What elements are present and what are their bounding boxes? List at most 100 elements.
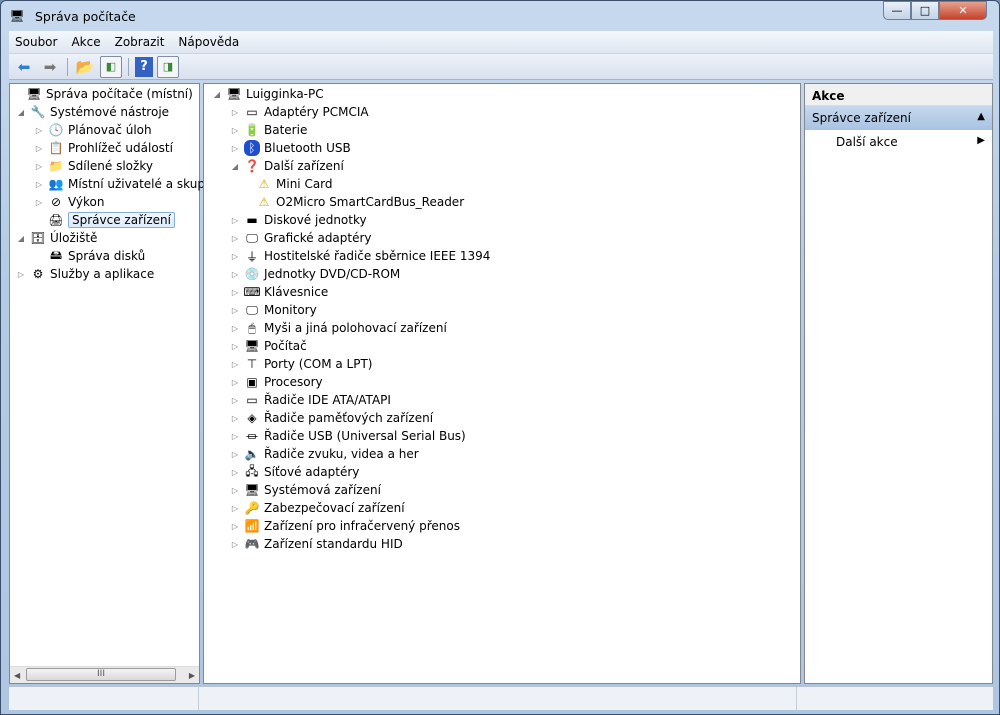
expand-icon[interactable]: ▷ bbox=[230, 216, 240, 225]
collapse-icon[interactable]: ◢ bbox=[16, 234, 26, 243]
expand-icon[interactable]: ▷ bbox=[230, 414, 240, 423]
scroll-right-icon[interactable]: ▶ bbox=[189, 671, 199, 680]
collapse-icon[interactable]: ◢ bbox=[212, 90, 222, 99]
device-category[interactable]: ⚠ Mini Card bbox=[242, 175, 333, 193]
horizontal-scrollbar[interactable]: ◀ III ▶ bbox=[10, 666, 199, 683]
device-category[interactable]: ▷ ⏛ Řadiče USB (Universal Serial Bus) bbox=[230, 427, 466, 445]
expand-icon[interactable]: ▷ bbox=[230, 126, 240, 135]
close-button[interactable]: ✕ bbox=[939, 1, 987, 20]
device-category[interactable]: ◢ ❓ Další zařízení bbox=[230, 157, 344, 175]
collapse-icon[interactable]: ◢ bbox=[16, 108, 26, 117]
menu-napoveda[interactable]: Nápověda bbox=[178, 35, 239, 49]
device-category[interactable]: ▷ ⌨ Klávesnice bbox=[230, 283, 328, 301]
menu-zobrazit[interactable]: Zobrazit bbox=[115, 35, 165, 49]
device-category[interactable]: ▷ 🖱 Myši a jiná polohovací zařízení bbox=[230, 319, 447, 337]
expand-icon[interactable]: ▷ bbox=[230, 378, 240, 387]
device-category[interactable]: ▷ ◈ Řadiče paměťových zařízení bbox=[230, 409, 433, 427]
expand-icon[interactable]: ▷ bbox=[230, 342, 240, 351]
expand-icon[interactable]: ▷ bbox=[230, 306, 240, 315]
device-category[interactable]: ▷ 🖵 Grafické adaptéry bbox=[230, 229, 372, 247]
collapse-arrow-icon[interactable]: ▲ bbox=[977, 111, 985, 125]
expand-icon[interactable]: ▷ bbox=[230, 504, 240, 513]
action-more-actions[interactable]: Další akce ▶ bbox=[805, 130, 992, 154]
device-category[interactable]: ▷ 🔈 Řadiče zvuku, videa a her bbox=[230, 445, 419, 463]
tree-item[interactable]: 🖴 Správa disků bbox=[34, 247, 145, 265]
expand-icon[interactable]: ▷ bbox=[230, 486, 240, 495]
tree-item-label: Procesory bbox=[264, 375, 323, 389]
expand-icon[interactable]: ▷ bbox=[34, 144, 44, 153]
forward-arrow-icon[interactable]: ➡ bbox=[39, 56, 61, 78]
expand-icon[interactable]: ▷ bbox=[230, 396, 240, 405]
tree-item-label: Řadiče zvuku, videa a her bbox=[264, 447, 419, 461]
device-category[interactable]: ▷ ▭ Řadiče IDE ATA/ATAPI bbox=[230, 391, 391, 409]
computer-icon: 🖥 bbox=[244, 339, 260, 353]
collapse-icon[interactable]: ◢ bbox=[230, 162, 240, 171]
device-manager-icon: 🖨 bbox=[48, 213, 64, 227]
expand-icon[interactable]: ▷ bbox=[230, 468, 240, 477]
device-category[interactable]: ▷ ▭ Adaptéry PCMCIA bbox=[230, 103, 369, 121]
device-category[interactable]: ▷ ⏚ Hostitelské řadiče sběrnice IEEE 1394 bbox=[230, 247, 491, 265]
tree-item[interactable]: ▷ ⊘ Výkon bbox=[34, 193, 105, 211]
menu-akce[interactable]: Akce bbox=[71, 35, 100, 49]
device-category[interactable]: ▷ 🔋 Baterie bbox=[230, 121, 307, 139]
scroll-left-icon[interactable]: ◀ bbox=[10, 671, 20, 680]
disk-management-icon: 🖴 bbox=[49, 247, 63, 262]
expand-icon[interactable]: ▷ bbox=[16, 270, 26, 279]
tree-item[interactable]: ▷ 👥 Místní uživatelé a skupiny bbox=[34, 175, 223, 193]
tree-item[interactable]: ▷ ⚙ Služby a aplikace bbox=[16, 265, 154, 283]
expand-icon[interactable]: ▷ bbox=[230, 360, 240, 369]
help-icon[interactable]: ? bbox=[135, 56, 153, 77]
tree-item[interactable]: 🖥 Správa počítače (místní) bbox=[12, 85, 192, 103]
expand-icon[interactable]: ▷ bbox=[230, 450, 240, 459]
device-category[interactable]: ▷ ▬ Diskové jednotky bbox=[230, 211, 367, 229]
expand-icon[interactable]: ▷ bbox=[34, 126, 44, 135]
device-category[interactable]: ▷ 🖥 Systémová zařízení bbox=[230, 481, 381, 499]
expand-icon[interactable]: ▷ bbox=[34, 162, 44, 171]
tree-item[interactable]: ▷ 📋 Prohlížeč událostí bbox=[34, 139, 173, 157]
tree-item[interactable]: ▷ 📁 Sdílené složky bbox=[34, 157, 153, 175]
expand-icon[interactable]: ▷ bbox=[230, 234, 240, 243]
expand-icon[interactable]: ▷ bbox=[230, 108, 240, 117]
expand-icon[interactable]: ▷ bbox=[230, 540, 240, 549]
tree-item[interactable]: 🖨 Správce zařízení bbox=[34, 211, 175, 229]
expand-icon[interactable]: ▷ bbox=[230, 288, 240, 297]
show-hide-tree-icon[interactable]: ◧ bbox=[100, 55, 122, 78]
actions-section-device-manager[interactable]: Správce zařízení ▲ bbox=[805, 106, 992, 130]
mouse-icon: 🖱 bbox=[248, 320, 256, 335]
device-category[interactable]: ⚠ O2Micro SmartCardBus_Reader bbox=[242, 193, 465, 211]
tree-item-label: Myši a jiná polohovací zařízení bbox=[264, 321, 447, 335]
menu-soubor[interactable]: Soubor bbox=[15, 35, 57, 49]
device-category[interactable]: ▷ ▣ Procesory bbox=[230, 373, 323, 391]
device-category[interactable]: ▷ ⊤ Porty (COM a LPT) bbox=[230, 355, 373, 373]
scroll-thumb[interactable]: III bbox=[26, 668, 176, 681]
tree-root[interactable]: ◢ 🖥 Luigginka-PC bbox=[212, 85, 324, 103]
device-category[interactable]: ▷ 🎮 Zařízení standardu HID bbox=[230, 535, 403, 553]
show-hide-action-pane-icon[interactable]: ◨ bbox=[157, 55, 179, 78]
expand-icon[interactable]: ▷ bbox=[230, 270, 240, 279]
tree-item-label: Síťové adaptéry bbox=[264, 465, 360, 479]
expand-icon[interactable]: ▷ bbox=[230, 432, 240, 441]
device-category[interactable]: ▷ 💿 Jednotky DVD/CD-ROM bbox=[230, 265, 400, 283]
tree-item[interactable]: ◢ 🗄 Úložiště bbox=[16, 229, 98, 247]
expand-icon[interactable]: ▷ bbox=[230, 144, 240, 153]
device-category[interactable]: ▷ 🖥 Počítač bbox=[230, 337, 307, 355]
expand-icon[interactable]: ▷ bbox=[230, 252, 240, 261]
maximize-button[interactable]: □ bbox=[911, 1, 939, 20]
minimize-button[interactable]: — bbox=[883, 1, 911, 20]
device-category[interactable]: ▷ 🔑 Zabezpečovací zařízení bbox=[230, 499, 405, 517]
up-folder-icon[interactable]: 📂 bbox=[74, 56, 96, 78]
tree-item[interactable]: ▷ 🕓 Plánovač úloh bbox=[34, 121, 152, 139]
device-category[interactable]: ▷ 🖵 Monitory bbox=[230, 301, 317, 319]
back-arrow-icon[interactable]: ⬅ bbox=[13, 56, 35, 78]
device-category[interactable]: ▷ 🖧 Síťové adaptéry bbox=[230, 463, 359, 481]
device-category[interactable]: ▷ ᛒ Bluetooth USB bbox=[230, 139, 351, 157]
expand-icon[interactable]: ▷ bbox=[230, 522, 240, 531]
device-category[interactable]: ▷ 📶 Zařízení pro infračervený přenos bbox=[230, 517, 460, 535]
tree-item[interactable]: ◢ 🔧 Systémové nástroje bbox=[16, 103, 169, 121]
expand-icon[interactable]: ▷ bbox=[34, 180, 44, 189]
expand-icon[interactable]: ▷ bbox=[34, 198, 44, 207]
expand-icon[interactable]: ▷ bbox=[230, 324, 240, 333]
tree-item-label: O2Micro SmartCardBus_Reader bbox=[276, 195, 465, 209]
tree-item-label: Mini Card bbox=[276, 177, 333, 191]
section-label: Správce zařízení bbox=[812, 111, 911, 125]
